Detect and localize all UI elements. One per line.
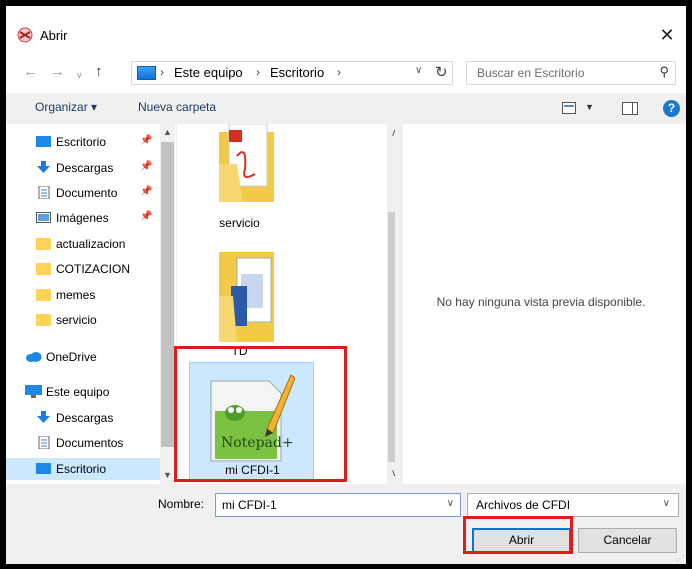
filename-label: Nombre: [158, 497, 205, 511]
search-icon[interactable]: ⚲ [659, 64, 669, 80]
dialog-footer: Nombre: mi CFDI-1 ∨ Archivos de CFDI ∨ A… [6, 484, 686, 564]
navigation-pane: Escritorio 📌 Descargas 📌 Documento 📌 Imá… [6, 124, 176, 484]
folder-icon [36, 238, 51, 250]
folder-icon [36, 314, 51, 326]
sidebar-item-documentos[interactable]: Documento 📌 [6, 182, 160, 204]
computer-icon [137, 66, 156, 80]
help-icon[interactable]: ? [663, 100, 680, 117]
pictures-icon [36, 212, 51, 223]
preview-pane: No hay ninguna vista previa disponible. [403, 124, 686, 484]
app-logo-icon [17, 27, 33, 43]
sidebar-item-servicio[interactable]: servicio [6, 309, 160, 331]
arrow-up-icon[interactable]: ↑ [95, 63, 103, 81]
file-item-servicio[interactable]: servicio [177, 124, 302, 234]
folder-icon [36, 263, 51, 275]
download-icon [37, 161, 50, 173]
breadcrumb-escritorio[interactable]: Escritorio [270, 65, 324, 80]
pin-icon: 📌 [140, 186, 153, 197]
view-dropdown-icon[interactable]: ▼ [585, 102, 594, 112]
navigation-bar: ← → ∨ ↑ › Este equipo › Escritorio › ∨ ↻… [6, 51, 686, 93]
preview-pane-icon[interactable] [622, 102, 638, 115]
pin-icon: 📌 [140, 161, 153, 172]
scroll-up-icon[interactable]: ∧ [391, 128, 395, 139]
cancel-button[interactable]: Cancelar [578, 528, 677, 553]
address-dropdown-icon[interactable]: ∨ [415, 65, 422, 76]
chevron-down-icon[interactable]: ∨ [76, 66, 83, 84]
title-bar: Abrir ✕ [6, 6, 686, 51]
pdf-folder-icon [219, 124, 274, 202]
desktop-icon [36, 463, 51, 474]
arrow-right-icon[interactable]: → [50, 63, 65, 81]
breadcrumb-este-equipo[interactable]: Este equipo [174, 65, 243, 80]
sidebar-item-documentos-pc[interactable]: Documentos [6, 432, 160, 454]
scrollbar-thumb[interactable] [388, 212, 395, 462]
folder-icon [219, 252, 274, 342]
sidebar-item-escritorio[interactable]: Escritorio 📌 [6, 131, 160, 153]
highlight-box-file [174, 346, 347, 482]
computer-icon [25, 385, 42, 398]
scroll-up-icon[interactable]: ▲ [163, 127, 172, 137]
address-bar[interactable]: › Este equipo › Escritorio › ∨ ↻ [131, 61, 453, 85]
sidebar-scrollbar[interactable]: ▲ ▼ [160, 124, 175, 484]
scrollbar-thumb[interactable] [161, 142, 174, 447]
scroll-down-icon[interactable]: ▼ [163, 470, 172, 480]
pin-icon: 📌 [140, 211, 153, 222]
sidebar-item-descargas[interactable]: Descargas 📌 [6, 157, 160, 179]
chevron-down-icon[interactable]: ∨ [663, 498, 670, 509]
folder-icon [36, 289, 51, 301]
new-folder-button[interactable]: Nueva carpeta [138, 100, 216, 114]
preview-message: No hay ninguna vista previa disponible. [436, 295, 646, 309]
arrow-left-icon[interactable]: ← [23, 63, 38, 81]
cloud-icon [26, 352, 42, 362]
command-bar: Organizar ▾ Nueva carpeta ▼ ? [6, 93, 686, 123]
refresh-icon[interactable]: ↻ [435, 63, 448, 81]
sidebar-item-este-equipo[interactable]: Este equipo [6, 381, 160, 403]
organize-button[interactable]: Organizar ▾ [35, 100, 97, 114]
file-list-scrollbar[interactable]: ∧ ∨ [387, 124, 395, 484]
pin-icon: 📌 [140, 135, 153, 146]
view-options-icon[interactable] [562, 102, 576, 114]
sidebar-item-descargas-pc[interactable]: Descargas [6, 407, 160, 429]
scroll-down-icon[interactable]: ∨ [391, 468, 395, 479]
chevron-down-icon[interactable]: ∨ [447, 498, 454, 509]
filename-input[interactable]: mi CFDI-1 ∨ [215, 493, 461, 517]
sidebar-item-cotizacion[interactable]: COTIZACION [6, 258, 160, 280]
resize-grip-icon[interactable]: ⋰ [676, 554, 684, 563]
sidebar-item-imagenes[interactable]: Imágenes 📌 [6, 207, 160, 229]
sidebar-item-memes[interactable]: memes [6, 284, 160, 306]
sidebar-item-actualizacion[interactable]: actualizacion [6, 233, 160, 255]
sidebar-item-onedrive[interactable]: OneDrive [6, 346, 160, 368]
file-type-select[interactable]: Archivos de CFDI ∨ [467, 493, 679, 517]
sidebar-item-escritorio-pc[interactable]: Escritorio [6, 458, 160, 480]
highlight-box-open-button [463, 516, 573, 554]
download-icon [37, 411, 50, 423]
file-item-td[interactable]: TD [177, 244, 302, 358]
close-icon[interactable]: ✕ [656, 24, 678, 46]
document-icon [38, 436, 50, 449]
desktop-icon [36, 136, 51, 147]
window-title: Abrir [40, 28, 68, 43]
document-icon [38, 186, 50, 199]
search-input[interactable]: Buscar en Escritorio ⚲ [466, 61, 676, 85]
